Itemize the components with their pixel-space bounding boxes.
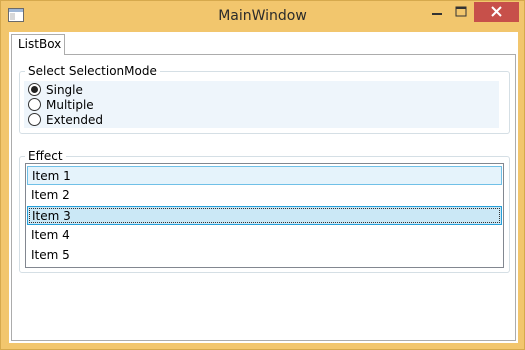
list-item[interactable]: Item 4 [27, 226, 502, 245]
radio-label: Multiple [46, 97, 94, 112]
tab-strip: ListBox [9, 32, 518, 55]
radio-unchecked-icon [28, 98, 41, 111]
radio-unchecked-icon [28, 113, 41, 126]
radio-label: Extended [46, 112, 103, 127]
radio-single[interactable]: Single [28, 82, 83, 97]
radio-checked-icon [28, 83, 41, 96]
radio-label: Single [46, 82, 83, 97]
client-area: ListBox Select SelectionMode Single Mult… [9, 32, 518, 343]
close-icon [491, 6, 502, 17]
close-button[interactable] [474, 2, 519, 22]
tab-panel: Select SelectionMode Single Multiple Ext… [11, 54, 516, 341]
radio-multiple[interactable]: Multiple [28, 97, 94, 112]
list-item[interactable]: Item 5 [27, 246, 502, 265]
effect-header: Effect [25, 149, 66, 163]
list-item[interactable]: Item 3 [27, 206, 502, 225]
maximize-button[interactable] [448, 2, 474, 22]
minimize-button[interactable] [426, 2, 448, 22]
radio-group: Single Multiple Extended [24, 81, 499, 128]
list-item[interactable]: Item 2 [27, 186, 502, 205]
tab-listbox[interactable]: ListBox [11, 34, 65, 55]
minimize-icon [432, 13, 442, 15]
maximize-icon [455, 6, 467, 17]
list-item[interactable]: Item 1 [27, 166, 502, 185]
selection-mode-header: Select SelectionMode [25, 64, 160, 78]
items-listbox[interactable]: Item 1 Item 2 Item 3 Item 4 Item 5 [25, 163, 504, 268]
title-bar[interactable]: MainWindow [1, 1, 524, 32]
effect-group: Effect Item 1 Item 2 Item 3 Item 4 Item … [19, 149, 510, 273]
selection-mode-group: Select SelectionMode Single Multiple Ext… [19, 64, 510, 134]
radio-extended[interactable]: Extended [28, 112, 103, 127]
main-window: MainWindow ListBox Select SelectionMode [0, 0, 525, 350]
